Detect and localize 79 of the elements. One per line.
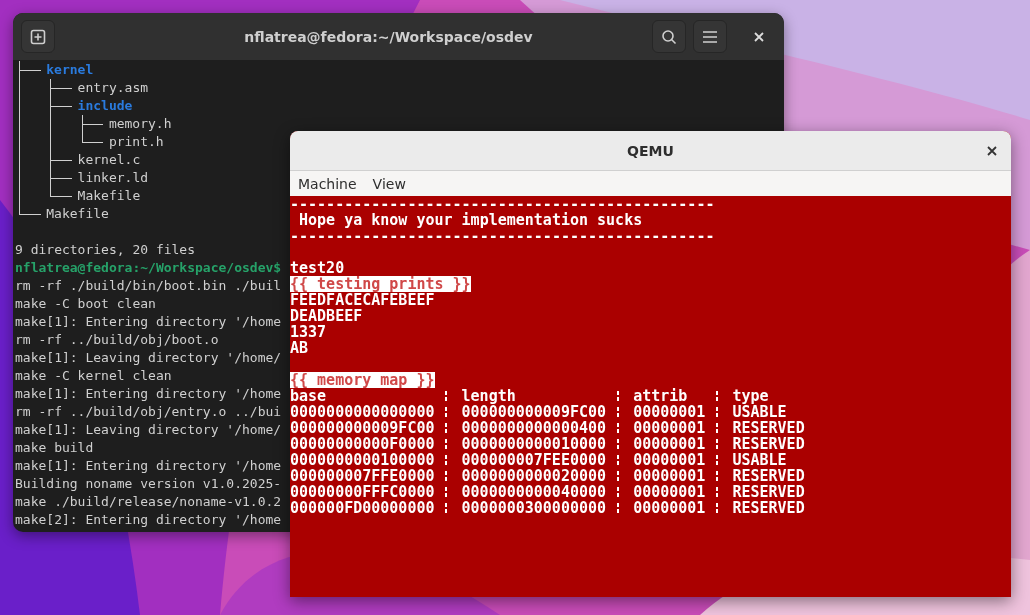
table-cell-text: USABLE (732, 404, 788, 420)
column-header: length (461, 388, 516, 404)
table-cell: 0000000300000000 (461, 500, 607, 516)
tree-item: Makefile (46, 205, 109, 223)
output-line: make ./build/release/noname-v1.0.2 (15, 493, 282, 511)
window-title: QEMU (627, 142, 674, 159)
output-line: make -C boot clean (15, 295, 156, 313)
output-line: make[1]: Leaving directory '/home/ (15, 421, 282, 439)
menu-item[interactable]: View (372, 175, 406, 192)
table-cell: 0000000000000400 (461, 420, 607, 436)
console-line: test20 (290, 260, 345, 276)
tree-item: entry.asm (77, 79, 149, 97)
menu-button[interactable] (693, 20, 727, 53)
table-cell: 00000001 (633, 436, 706, 452)
tree-item: Makefile (77, 187, 141, 205)
column-header: attrib (633, 388, 689, 404)
table-cell-text: USABLE (732, 452, 788, 468)
table-cell: 00000001 (633, 484, 706, 500)
column-header: type (732, 388, 769, 404)
table-cell: RESERVED (732, 420, 805, 436)
table-cell: 00000001 (633, 500, 706, 516)
console-line: 1337 (290, 324, 327, 340)
search-icon (661, 28, 677, 45)
output-line: rm -rf ./build/bin/boot.bin ./buil (15, 277, 282, 295)
table-cell: 00000000000F0000 (290, 436, 435, 452)
table-cell: 0000000000010000 (461, 436, 607, 452)
table-cell: 000000007FEE0000 (461, 452, 607, 468)
close-icon (987, 146, 997, 156)
tree-item: linker.ld (77, 169, 149, 187)
table-cell: 000000FD00000000 (290, 500, 435, 516)
output-line: make build (15, 439, 94, 457)
shell-prompt: nflatrea@fedora:~/Workspace/osdev$ (15, 259, 282, 277)
table-cell: 0000000000000000 (290, 404, 435, 420)
table-cell: 000000000009FC00 (461, 404, 607, 420)
new-tab-icon (30, 28, 46, 45)
table-cell: 0000000000040000 (461, 484, 607, 500)
table-cell: RESERVED (732, 468, 805, 484)
console-line: FEEDFACECAFEBEEF (290, 292, 435, 308)
table-cell: 00000001 (633, 452, 706, 468)
output-line: make[1]: Leaving directory '/home/ (15, 349, 282, 367)
output-line: rm -rf ../build/obj/entry.o ../bui (15, 403, 282, 421)
output-line: Building noname version v1.0.2025- (15, 475, 282, 493)
output-line: make[1]: Entering directory '/home (15, 313, 282, 331)
section-heading: {{ memory map }} (290, 372, 435, 388)
console-line: DEADBEEF (290, 308, 363, 324)
close-icon (754, 31, 764, 42)
tree-item: print.h (108, 133, 164, 151)
table-cell: 00000001 (633, 468, 706, 484)
output-line: make -C kernel clean (15, 367, 172, 385)
tree-item: include (77, 97, 133, 115)
tree-item: kernel (46, 61, 94, 79)
table-cell: 000000000009FC00 (290, 420, 435, 436)
table-cell: 000000007FFE0000 (290, 468, 435, 484)
search-button[interactable] (652, 20, 686, 53)
table-cell: 00000000FFFC0000 (290, 484, 435, 500)
section-heading: {{ testing prints }} (290, 276, 471, 292)
console-line: ----------------------------------------------- (290, 196, 715, 212)
table-cell: 0000000000020000 (461, 468, 607, 484)
table-cell: RESERVED (732, 436, 805, 452)
table-cell: 00000001 (633, 404, 706, 420)
output-line: make[2]: Entering directory '/home (15, 511, 282, 529)
console-line: AB (290, 340, 309, 356)
menu-item[interactable]: Machine (298, 175, 357, 192)
console-line: Hope ya know your implementation sucks (298, 212, 643, 228)
tree-item: kernel.c (77, 151, 141, 169)
table-cell: 0000000000100000 (290, 452, 435, 468)
summary-text: 9 directories, 20 files (15, 241, 195, 259)
output-line: make[1]: Entering directory '/home (15, 457, 282, 475)
column-header: base (290, 388, 327, 404)
table-cell: 00000001 (633, 420, 706, 436)
console-line: ----------------------------------------------- (290, 228, 715, 244)
output-line: make[1]: Entering directory '/home (15, 385, 282, 403)
table-cell: RESERVED (732, 484, 805, 500)
window-title: nflatrea@fedora:~/Workspace/osdev (243, 28, 534, 45)
new-tab-button[interactable] (21, 20, 55, 53)
tree-item: memory.h (108, 115, 172, 133)
menu-icon (702, 29, 718, 44)
output-line: rm -rf ../build/obj/boot.o (15, 331, 219, 349)
table-cell: RESERVED (732, 500, 805, 516)
